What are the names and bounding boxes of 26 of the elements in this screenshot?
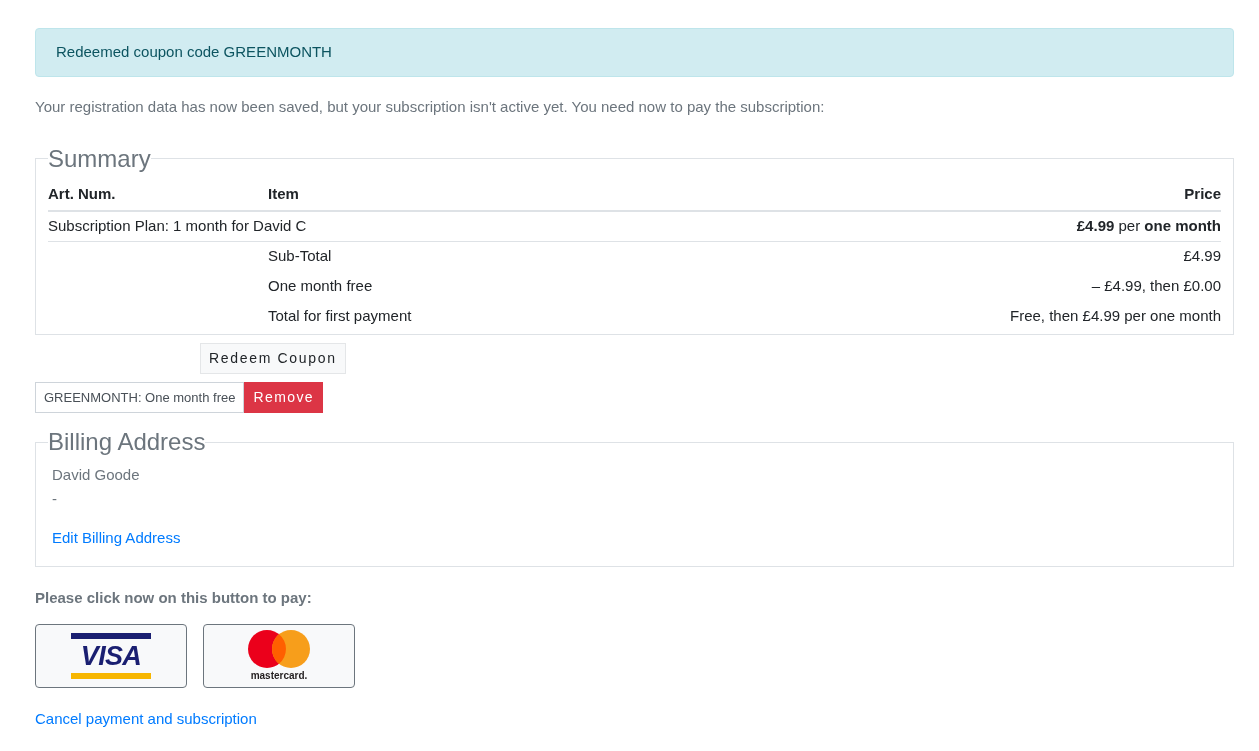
table-cell-text: Total for first payment (268, 305, 413, 326)
summary-heading: Summary (48, 143, 151, 174)
table-cell-text: One month free (268, 275, 374, 296)
column-header: Item (268, 177, 654, 211)
table-cell: £4.99 (653, 241, 1221, 271)
column-header: Price (653, 177, 1221, 211)
remove-coupon-button[interactable]: Remove (244, 382, 323, 413)
circles-icon (247, 629, 311, 669)
edit-billing-link[interactable]: Edit Billing Address (52, 529, 181, 546)
table-cell: Subscription Plan: 1 month for David C (48, 211, 654, 241)
address-line: - (52, 489, 58, 509)
coupon-alert: Redeemed coupon code GREENMONTH (35, 28, 1234, 77)
mastercard-pay-button[interactable]: mastercard. (203, 624, 355, 688)
address-line: David Goode (52, 465, 141, 485)
visa-pay-button[interactable]: VISA (35, 624, 187, 688)
billing-heading: Billing Address (48, 427, 206, 457)
applied-coupon-field: GREENMONTH: One month free (35, 382, 245, 413)
table-cell-text: – £4.99, then £0.00 (1090, 275, 1221, 296)
intro-text: Your registration data has now been saved, but your subscription isn't active yet. You need now to pay the subscription: (35, 97, 826, 117)
column-header: Art. Num. (48, 177, 268, 211)
cancel-link[interactable]: Cancel payment and subscription (35, 710, 257, 727)
redeem-coupon-button[interactable]: Redeem Coupon (200, 343, 346, 374)
table-cell: Sub-Total (268, 241, 654, 271)
table-cell: £4.99 per one month (653, 211, 1221, 241)
pay-prompt: Please click now on this button to pay: (35, 587, 313, 608)
table-cell-text: Free, then £4.99 per one month (1009, 305, 1221, 326)
